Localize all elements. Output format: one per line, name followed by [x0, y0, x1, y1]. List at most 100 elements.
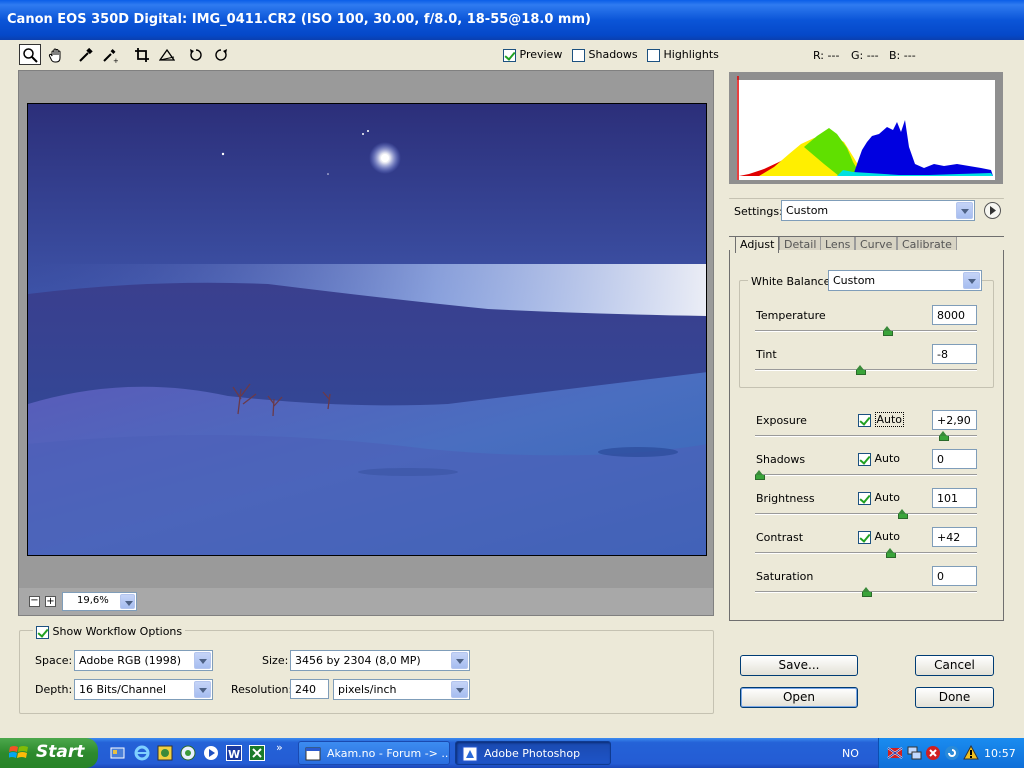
hand-tool-icon[interactable] — [45, 44, 67, 65]
cancel-button[interactable]: Cancel — [915, 655, 994, 676]
shadows-clipping-checkbox[interactable] — [572, 48, 585, 62]
depth-value: 16 Bits/Channel — [79, 683, 167, 696]
open-button[interactable]: Open — [740, 687, 858, 708]
shadows-auto-checkbox[interactable] — [858, 452, 871, 466]
shadows-slider-thumb[interactable] — [755, 470, 765, 480]
security-tray-icon[interactable] — [925, 745, 941, 761]
shadows-clipping-checkbox-group[interactable]: Shadows — [572, 48, 638, 62]
exposure-slider-thumb[interactable] — [939, 431, 950, 441]
chevron-down-icon[interactable] — [194, 652, 211, 669]
rgb-readout-b: B: --- — [889, 49, 916, 62]
brightness-slider-track[interactable] — [755, 513, 977, 515]
depth-select[interactable]: 16 Bits/Channel — [74, 679, 213, 700]
settings-select[interactable]: Custom — [781, 200, 975, 221]
zoom-level-value: 19,6% — [77, 595, 109, 606]
brightness-auto-checkbox[interactable] — [858, 491, 871, 505]
temperature-input[interactable]: 8000 — [932, 305, 977, 325]
chevron-down-icon[interactable] — [120, 594, 135, 609]
language-indicator[interactable]: NO — [842, 747, 859, 760]
contrast-input[interactable]: +42 — [932, 527, 977, 547]
save-button[interactable]: Save... — [740, 655, 858, 676]
tab-adjust[interactable]: Adjust — [735, 236, 780, 253]
chevron-down-icon[interactable] — [963, 272, 980, 289]
white-balance-value: Custom — [833, 274, 876, 287]
straighten-tool-icon[interactable] — [156, 44, 178, 65]
chevron-down-icon[interactable] — [451, 681, 468, 698]
taskbar-item-photoshop[interactable]: Adobe Photoshop — [455, 741, 611, 765]
white-balance-select[interactable]: Custom — [828, 270, 982, 291]
shadows-slider-track[interactable] — [755, 474, 977, 476]
rotate-left-icon[interactable] — [185, 44, 207, 65]
temperature-slider-track[interactable] — [755, 330, 977, 332]
resolution-unit-select[interactable]: pixels/inch — [333, 679, 470, 700]
saturation-slider-thumb[interactable] — [862, 587, 872, 597]
excel-icon[interactable] — [249, 745, 265, 761]
window-title-bar[interactable]: Canon EOS 350D Digital: IMG_0411.CR2 (IS… — [0, 0, 1024, 40]
media-player-icon[interactable] — [203, 745, 219, 761]
preview-checkbox[interactable] — [503, 48, 516, 62]
start-label: Start — [36, 742, 85, 762]
rotate-right-icon[interactable] — [210, 44, 232, 65]
tint-label: Tint — [756, 348, 777, 361]
exposure-input[interactable]: +2,90 — [932, 410, 977, 430]
window-title: Canon EOS 350D Digital: IMG_0411.CR2 (IS… — [7, 12, 591, 27]
tint-slider-thumb[interactable] — [855, 365, 866, 375]
resolution-input[interactable]: 240 — [290, 679, 329, 699]
tint-slider-track[interactable] — [755, 369, 977, 371]
saturation-input[interactable]: 0 — [932, 566, 977, 586]
preview-image[interactable] — [27, 103, 707, 556]
flag-tray-icon[interactable] — [887, 745, 903, 761]
alert-tray-icon[interactable] — [963, 744, 979, 761]
shadows-auto-label: Auto — [874, 452, 901, 465]
crop-tool-icon[interactable] — [131, 44, 153, 65]
temperature-slider-thumb[interactable] — [883, 326, 894, 336]
space-select[interactable]: Adobe RGB (1998) — [74, 650, 213, 671]
internet-explorer-icon[interactable] — [134, 745, 150, 761]
brightness-label: Brightness — [756, 492, 815, 505]
zoom-tool-icon[interactable] — [19, 44, 41, 65]
color-sampler-icon[interactable]: + — [99, 44, 121, 65]
done-button[interactable]: Done — [915, 687, 994, 708]
zoom-level-select[interactable]: 19,6% — [62, 592, 137, 611]
brightness-slider-thumb[interactable] — [898, 509, 909, 519]
contrast-slider-thumb[interactable] — [885, 548, 896, 558]
shadows-input[interactable]: 0 — [932, 449, 977, 469]
update-tray-icon[interactable] — [944, 745, 960, 761]
taskbar-item-forum[interactable]: Akam.no - Forum -> ... — [298, 741, 450, 765]
brightness-auto-toggle[interactable]: Auto — [858, 491, 900, 505]
show-workflow-checkbox[interactable] — [36, 625, 49, 639]
exposure-auto-toggle[interactable]: Auto — [858, 412, 905, 427]
brightness-input[interactable]: 101 — [932, 488, 977, 508]
white-balance-eyedropper-icon[interactable] — [75, 44, 97, 65]
preview-label: Preview — [519, 48, 563, 61]
show-workflow-options-toggle[interactable]: Show Workflow Options — [33, 625, 186, 639]
taskbar-item-photoshop-label: Adobe Photoshop — [484, 747, 581, 760]
exposure-auto-checkbox[interactable] — [858, 413, 871, 427]
resolution-unit-value: pixels/inch — [338, 683, 397, 696]
settings-label: Settings: — [734, 205, 783, 218]
zoom-in-button[interactable]: + — [45, 596, 56, 607]
preview-checkbox-group[interactable]: Preview — [503, 48, 562, 62]
word-icon[interactable]: W — [226, 745, 242, 761]
contrast-auto-checkbox[interactable] — [858, 530, 871, 544]
contrast-slider-track[interactable] — [755, 552, 977, 554]
size-select[interactable]: 3456 by 2304 (8,0 MP) — [290, 650, 470, 671]
zoom-out-button[interactable]: − — [29, 596, 40, 607]
settings-divider — [729, 198, 1004, 199]
start-button[interactable]: Start — [0, 738, 98, 768]
show-desktop-icon[interactable] — [110, 745, 126, 761]
chevron-down-icon[interactable] — [451, 652, 468, 669]
settings-menu-button[interactable] — [984, 202, 1001, 219]
highlights-clipping-checkbox-group[interactable]: Highlights — [647, 48, 719, 62]
chevron-down-icon[interactable] — [194, 681, 211, 698]
browser-icon[interactable] — [180, 745, 196, 761]
tint-input[interactable]: -8 — [932, 344, 977, 364]
shadows-auto-toggle[interactable]: Auto — [858, 452, 900, 466]
contrast-auto-toggle[interactable]: Auto — [858, 530, 900, 544]
quick-launch-expand-icon[interactable]: » — [276, 741, 283, 754]
media-icon[interactable] — [157, 745, 173, 761]
network-tray-icon[interactable] — [906, 745, 922, 761]
chevron-down-icon[interactable] — [956, 202, 973, 219]
photoshop-icon — [462, 746, 478, 762]
highlights-clipping-checkbox[interactable] — [647, 48, 660, 62]
